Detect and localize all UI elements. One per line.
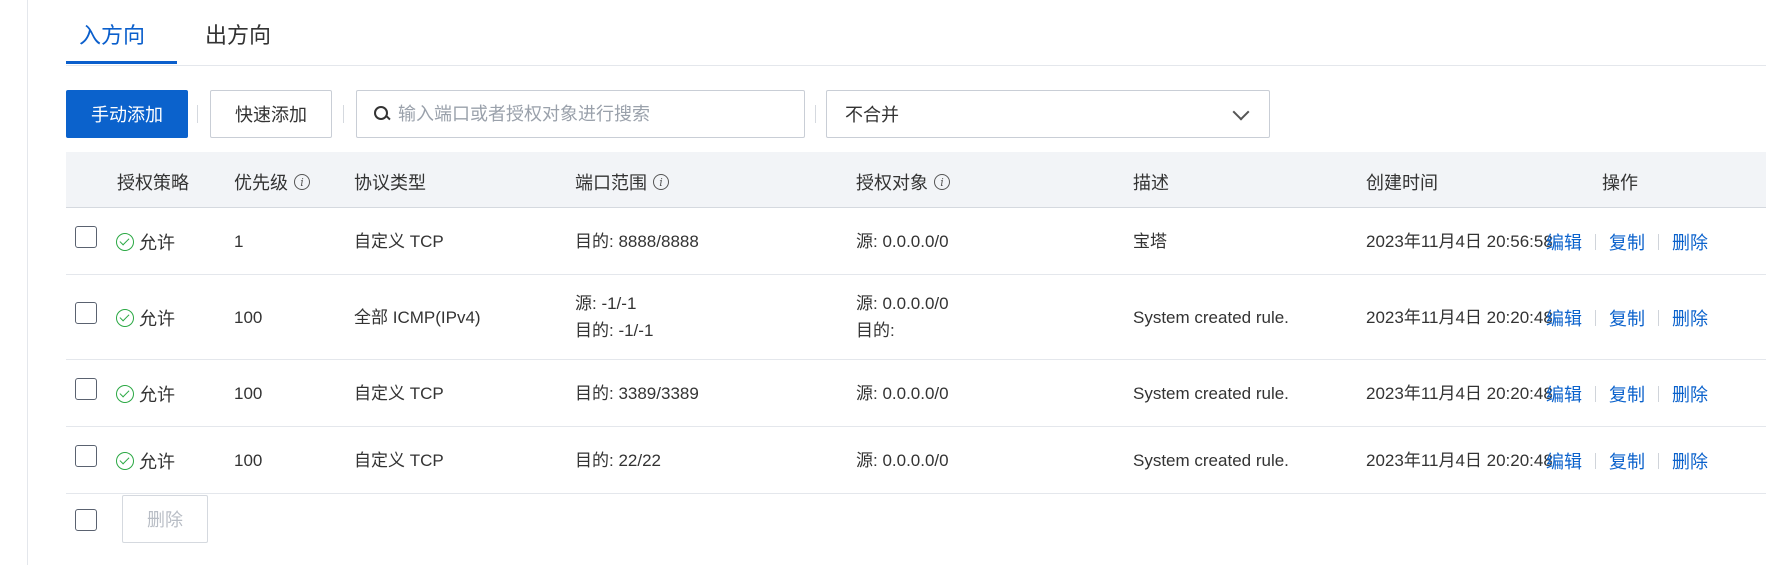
header-description: 描述 <box>1133 173 1169 193</box>
action-divider <box>1595 310 1596 326</box>
copy-link[interactable]: 复制 <box>1609 305 1645 331</box>
port-range-cell: 源: -1/-1 <box>575 294 637 313</box>
port-range-cell: 目的: 3389/3389 <box>575 384 699 403</box>
search-input[interactable] <box>398 103 778 125</box>
priority-cell: 100 <box>234 451 263 470</box>
description-cell: System created rule. <box>1133 451 1289 470</box>
auth-object-cell: 源: 0.0.0.0/0 <box>856 451 949 470</box>
info-icon[interactable]: i <box>294 174 310 190</box>
delete-link[interactable]: 删除 <box>1672 305 1708 331</box>
row-checkbox[interactable] <box>75 226 97 248</box>
table-row: 允许 100 自定义 TCP 目的: 3389/3389 源: 0.0.0.0/… <box>66 360 1766 427</box>
header-auth-object: 授权对象 i <box>856 169 950 195</box>
row-checkbox[interactable] <box>75 445 97 467</box>
delete-link[interactable]: 删除 <box>1672 381 1708 407</box>
table-row: 允许 1 自定义 TCP 目的: 8888/8888 源: 0.0.0.0/0 … <box>66 208 1766 275</box>
priority-cell: 100 <box>234 308 263 327</box>
protocol-cell: 自定义 TCP <box>354 232 444 251</box>
chevron-down-icon <box>1232 103 1250 121</box>
row-actions: 编辑 复制 删除 <box>1546 381 1708 407</box>
description-cell: 宝塔 <box>1133 232 1167 251</box>
check-circle-icon <box>116 309 134 327</box>
description-cell: System created rule. <box>1133 384 1289 403</box>
left-border <box>27 0 28 565</box>
policy-allow: 允许 <box>116 448 175 474</box>
merge-select[interactable]: 不合并 <box>826 90 1270 138</box>
tab-inbound[interactable]: 入方向 <box>79 18 145 50</box>
row-actions: 编辑 复制 删除 <box>1546 229 1708 255</box>
header-priority: 优先级 i <box>234 169 310 195</box>
header-actions: 操作 <box>1602 173 1638 193</box>
table-row: 允许 100 全部 ICMP(IPv4) 源: -1/-1 目的: -1/-1 … <box>66 275 1766 360</box>
info-icon[interactable]: i <box>653 174 669 190</box>
search-icon <box>374 106 390 122</box>
header-policy: 授权策略 <box>117 173 189 193</box>
created-at-cell: 2023年11月4日 20:20:48 <box>1366 384 1553 403</box>
priority-cell: 100 <box>234 384 263 403</box>
auth-object-cell: 源: 0.0.0.0/0 <box>856 294 949 313</box>
port-range-cell: 目的: 22/22 <box>575 451 661 470</box>
row-checkbox[interactable] <box>75 302 97 324</box>
toolbar: 手动添加 快速添加 不合并 <box>66 90 1766 138</box>
merge-select-value: 不合并 <box>845 105 899 125</box>
toolbar-divider <box>343 105 344 123</box>
active-tab-indicator <box>66 61 177 64</box>
manual-add-button[interactable]: 手动添加 <box>66 90 188 138</box>
copy-link[interactable]: 复制 <box>1609 381 1645 407</box>
action-divider <box>1595 453 1596 469</box>
header-port-range: 端口范围 i <box>575 169 669 195</box>
edit-link[interactable]: 编辑 <box>1546 305 1582 331</box>
header-protocol: 协议类型 <box>354 173 426 193</box>
row-actions: 编辑 复制 删除 <box>1546 448 1708 474</box>
priority-cell: 1 <box>234 232 244 251</box>
port-range-cell: 目的: 8888/8888 <box>575 232 699 251</box>
search-box[interactable] <box>356 90 805 138</box>
check-circle-icon <box>116 452 134 470</box>
action-divider <box>1658 234 1659 250</box>
policy-allow: 允许 <box>116 305 175 331</box>
security-rules-table: 授权策略 优先级 i 协议类型 端口范围 i 授权对象 i 描述 创建时间 操作 允许… <box>66 152 1766 494</box>
policy-allow: 允许 <box>116 381 175 407</box>
created-at-cell: 2023年11月4日 20:20:48 <box>1366 451 1553 470</box>
delete-link[interactable]: 删除 <box>1672 448 1708 474</box>
port-range-cell: 目的: -1/-1 <box>575 321 654 340</box>
check-circle-icon <box>116 385 134 403</box>
direction-tabs: 入方向 出方向 <box>66 0 1766 66</box>
edit-link[interactable]: 编辑 <box>1546 448 1582 474</box>
copy-link[interactable]: 复制 <box>1609 448 1645 474</box>
created-at-cell: 2023年11月4日 20:20:48 <box>1366 308 1553 327</box>
check-circle-icon <box>116 233 134 251</box>
action-divider <box>1595 234 1596 250</box>
delete-link[interactable]: 删除 <box>1672 229 1708 255</box>
quick-add-button[interactable]: 快速添加 <box>210 90 332 138</box>
row-checkbox[interactable] <box>75 378 97 400</box>
toolbar-divider <box>197 105 198 123</box>
bulk-delete-button[interactable]: 删除 <box>122 495 208 543</box>
action-divider <box>1658 386 1659 402</box>
created-at-cell: 2023年11月4日 20:56:58 <box>1366 232 1553 251</box>
action-divider <box>1658 453 1659 469</box>
header-created-at: 创建时间 <box>1366 173 1438 193</box>
table-header: 授权策略 优先级 i 协议类型 端口范围 i 授权对象 i 描述 创建时间 操作 <box>66 152 1766 208</box>
row-actions: 编辑 复制 删除 <box>1546 305 1708 331</box>
table-row: 允许 100 自定义 TCP 目的: 22/22 源: 0.0.0.0/0 Sy… <box>66 427 1766 494</box>
table-footer: 删除 <box>66 495 666 545</box>
tab-outbound[interactable]: 出方向 <box>205 18 271 50</box>
action-divider <box>1658 310 1659 326</box>
protocol-cell: 全部 ICMP(IPv4) <box>354 308 481 327</box>
edit-link[interactable]: 编辑 <box>1546 229 1582 255</box>
copy-link[interactable]: 复制 <box>1609 229 1645 255</box>
auth-object-cell: 源: 0.0.0.0/0 <box>856 232 949 251</box>
select-all-checkbox[interactable] <box>75 509 97 531</box>
auth-object-cell: 源: 0.0.0.0/0 <box>856 384 949 403</box>
auth-object-cell: 目的: <box>856 321 895 340</box>
policy-allow: 允许 <box>116 229 175 255</box>
info-icon[interactable]: i <box>934 174 950 190</box>
action-divider <box>1595 386 1596 402</box>
protocol-cell: 自定义 TCP <box>354 384 444 403</box>
description-cell: System created rule. <box>1133 308 1289 327</box>
protocol-cell: 自定义 TCP <box>354 451 444 470</box>
toolbar-divider <box>815 105 816 123</box>
edit-link[interactable]: 编辑 <box>1546 381 1582 407</box>
